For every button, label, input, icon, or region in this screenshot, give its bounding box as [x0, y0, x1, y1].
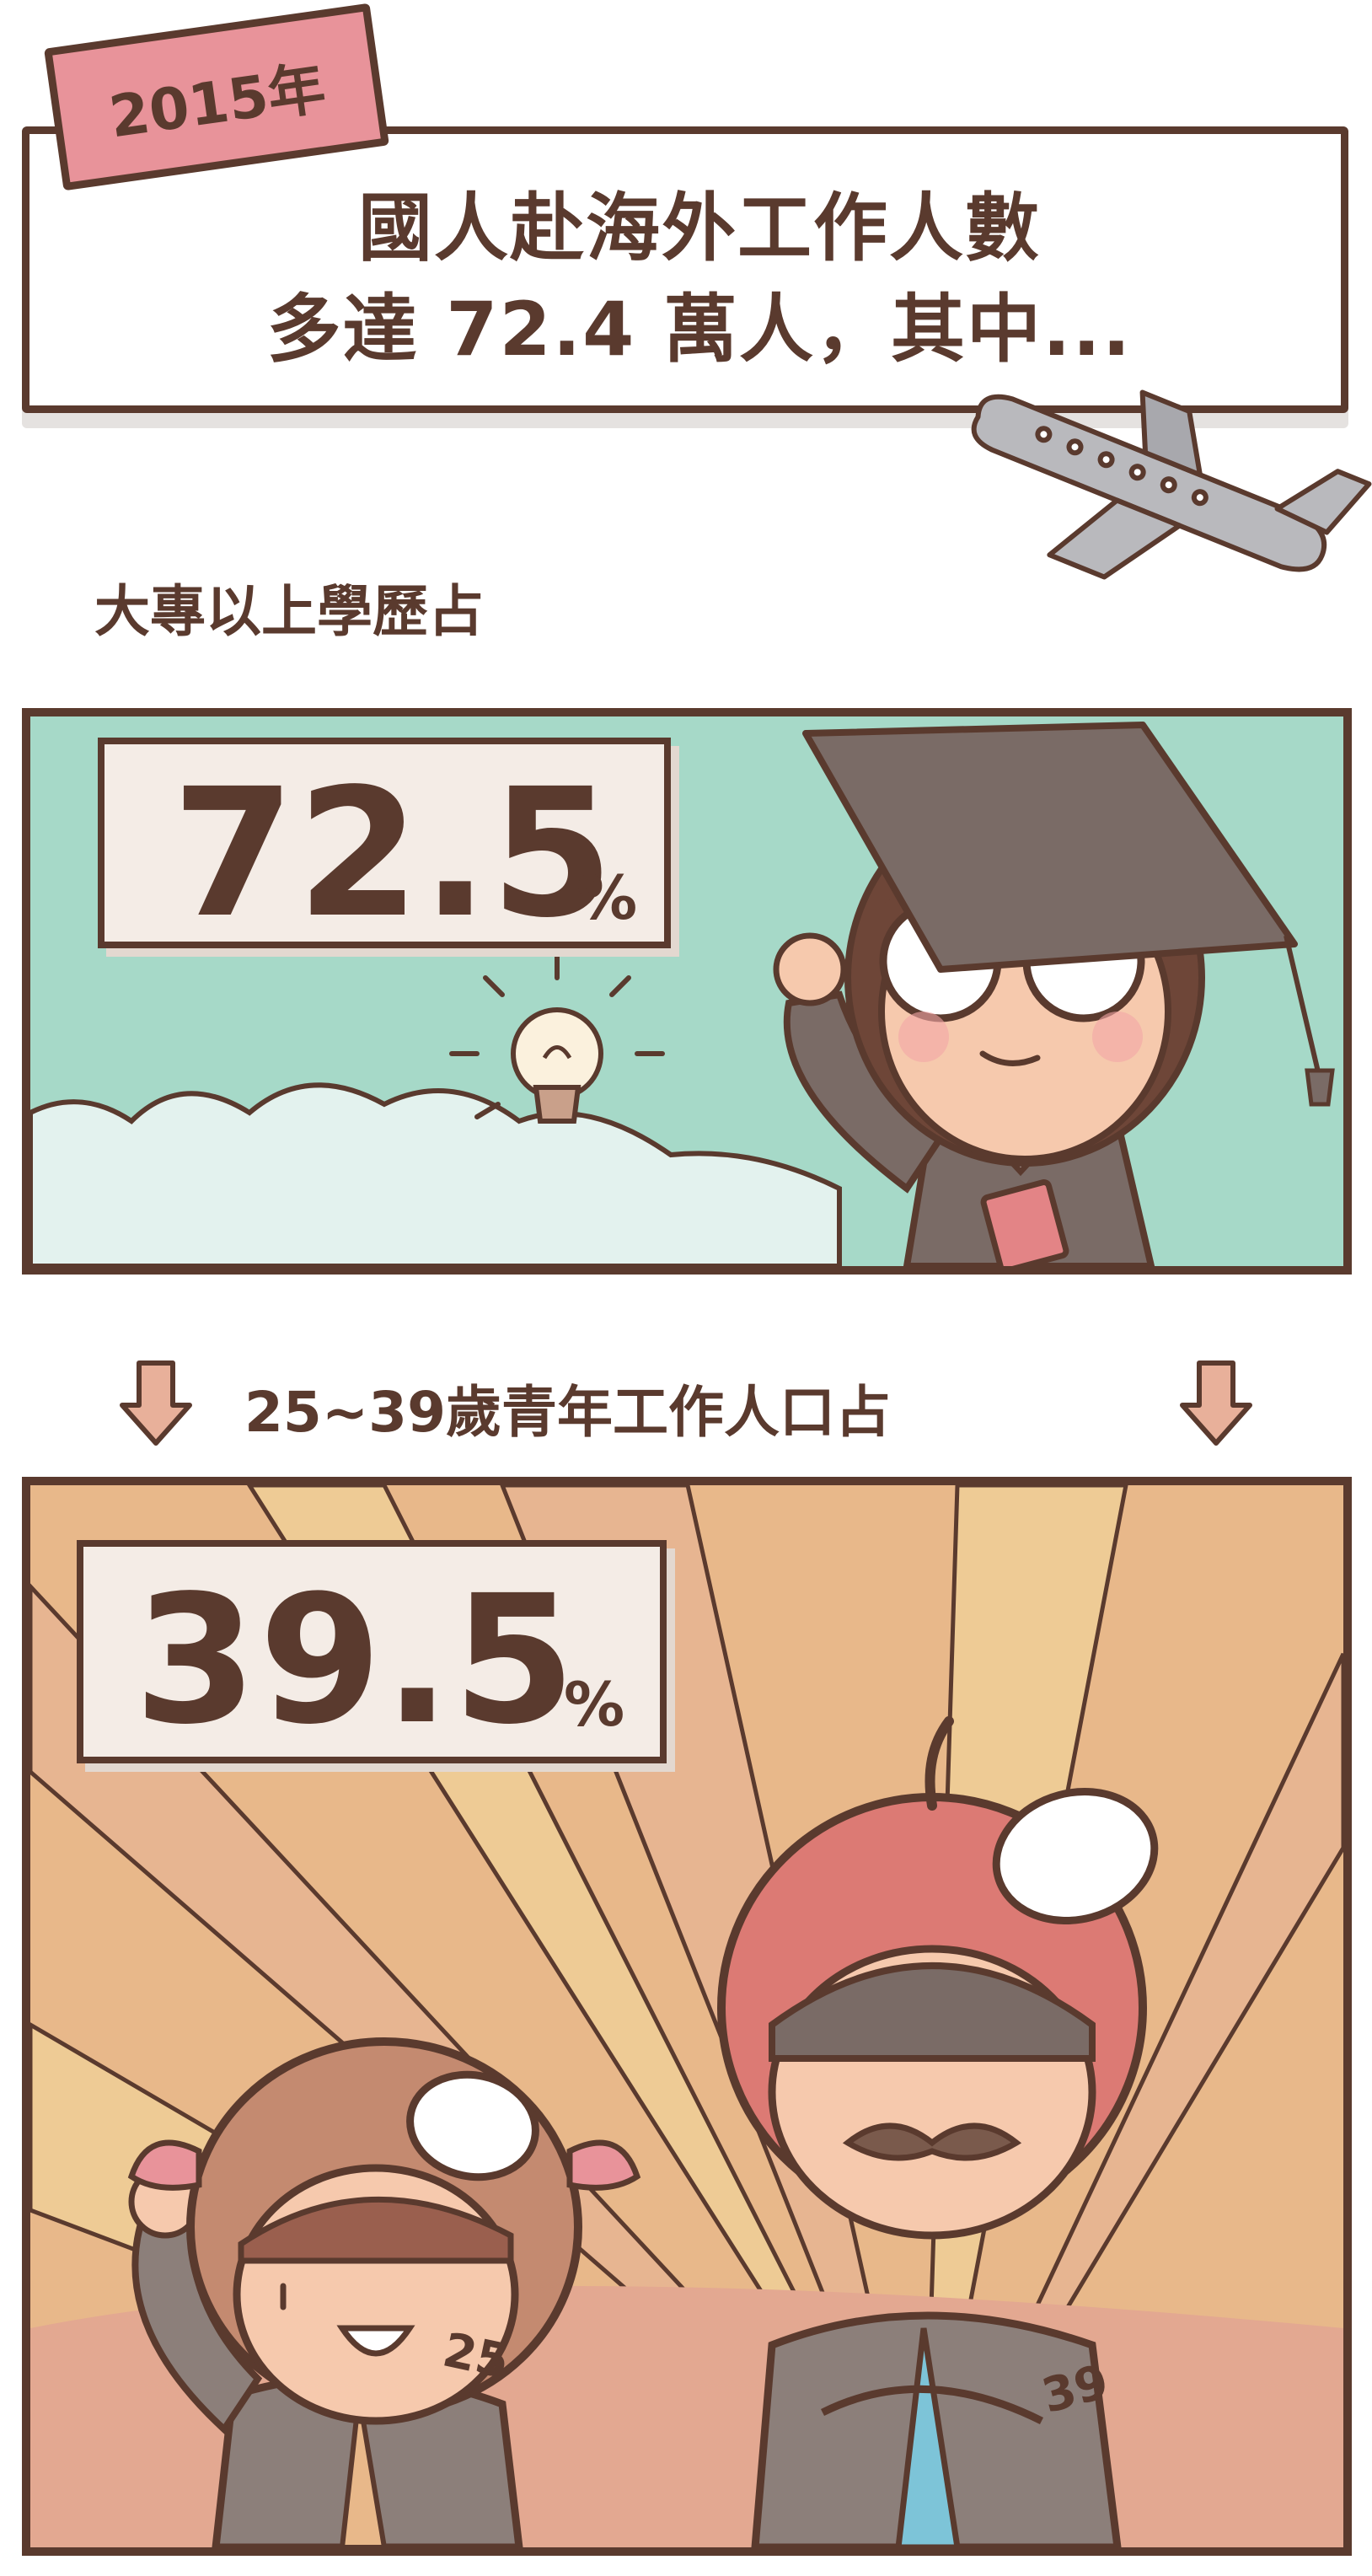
headline-line-2: 多達 72.4 萬人，其中...: [266, 286, 1133, 373]
youth-stat-box: 39.5 %: [77, 1540, 667, 1763]
education-stat-value: 72.5: [172, 750, 616, 957]
education-stat-box: 72.5 %: [98, 738, 671, 948]
headline-line-1: 國人赴海外工作人數: [357, 185, 1041, 271]
down-arrow-icon: [120, 1360, 192, 1446]
education-stat-unit: %: [576, 862, 638, 933]
youth-panel: 25 39 39.5 %: [22, 1477, 1352, 2556]
airplane-icon: [971, 389, 1372, 580]
education-panel: 72.5 %: [22, 708, 1352, 1275]
section1-heading: 大專以上學歷占: [94, 579, 484, 644]
section2-heading: 25~39歲青年工作人口占: [244, 1380, 891, 1445]
down-arrow-icon: [1180, 1360, 1252, 1446]
youth-stat-unit: %: [564, 1669, 625, 1740]
lightbulb-icon: [449, 954, 665, 1124]
youth-stat-value: 39.5: [134, 1557, 578, 1763]
